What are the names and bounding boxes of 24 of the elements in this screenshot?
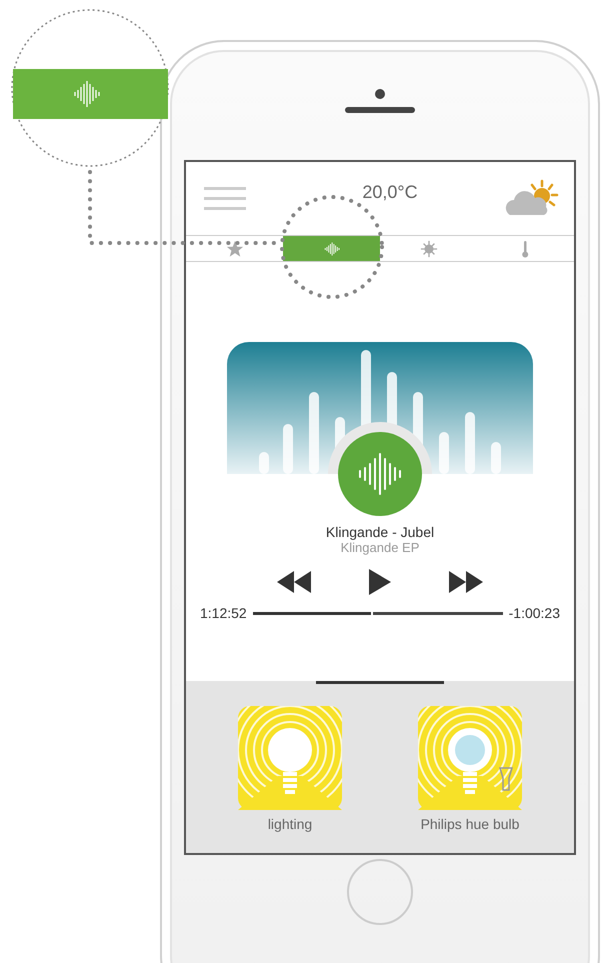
speaker-slot [345, 107, 415, 113]
sun-icon [420, 240, 438, 258]
tab[interactable] [283, 236, 380, 261]
star-icon [226, 240, 244, 258]
album-name: Klingande EP [340, 540, 420, 555]
track-title: Klingande - Jubel [326, 524, 434, 540]
fast-forward-button[interactable] [449, 571, 483, 593]
sound-wave-icon [338, 432, 422, 516]
device-tile[interactable]: lighting [235, 706, 345, 832]
home-button[interactable] [347, 859, 413, 925]
camera-dot [375, 89, 385, 99]
temperature-reading: 20,0°C [362, 182, 418, 203]
menu-icon[interactable] [204, 186, 246, 210]
progress-track[interactable] [252, 612, 503, 614]
light-bulb-icon [238, 706, 342, 810]
sound-wave-icon [322, 240, 340, 258]
elapsed-time: 1:12:52 [200, 605, 247, 621]
drawer-handle[interactable] [316, 681, 444, 684]
thermometer-icon [522, 240, 529, 258]
light-bulb-icon [418, 706, 522, 810]
remaining-time: -1:00:23 [508, 605, 560, 621]
device-tile[interactable]: Philips hue bulb [415, 706, 525, 832]
rewind-button[interactable] [277, 571, 311, 593]
play-button[interactable] [369, 569, 391, 595]
